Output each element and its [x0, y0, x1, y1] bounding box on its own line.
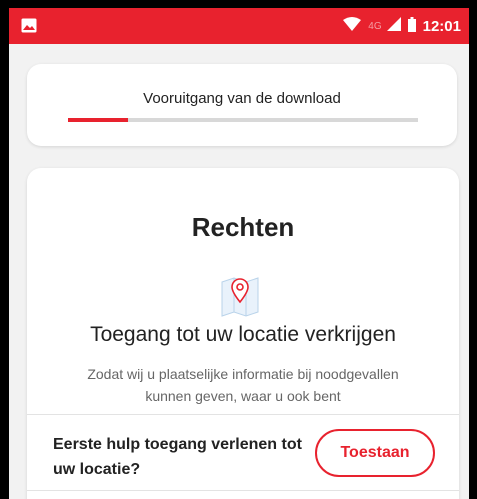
- download-progress-card: Vooruitgang van de download: [27, 64, 457, 146]
- location-permission-prompt: Eerste hulp toegang verlenen tot uw loca…: [53, 436, 302, 478]
- download-progress-fill: [68, 118, 128, 122]
- status-bar: 4G 12:01: [9, 8, 469, 44]
- divider: [27, 490, 459, 491]
- location-access-description: Zodat wij u plaatselijke informatie bij …: [87, 366, 399, 404]
- map-pin-icon: [218, 270, 266, 318]
- network-type: 4G: [368, 20, 382, 32]
- battery-icon: [407, 16, 416, 36]
- image-icon: [21, 18, 37, 38]
- app-screen: 4G 12:01 Vooruitgang van de download Rec…: [9, 8, 469, 499]
- download-progress-label: Vooruitgang van de download: [143, 90, 341, 107]
- permissions-card: Rechten Toegang tot uw locatie verkrijge…: [27, 168, 459, 499]
- location-access-title: Toegang tot uw locatie verkrijgen: [90, 323, 396, 346]
- allow-button[interactable]: Toestaan: [315, 429, 435, 477]
- wifi-icon: [343, 17, 362, 35]
- download-progress-bar: [68, 118, 418, 122]
- clock: 12:01: [422, 17, 461, 35]
- permissions-title: Rechten: [191, 212, 295, 242]
- signal-icon: [386, 17, 401, 35]
- divider: [27, 414, 459, 415]
